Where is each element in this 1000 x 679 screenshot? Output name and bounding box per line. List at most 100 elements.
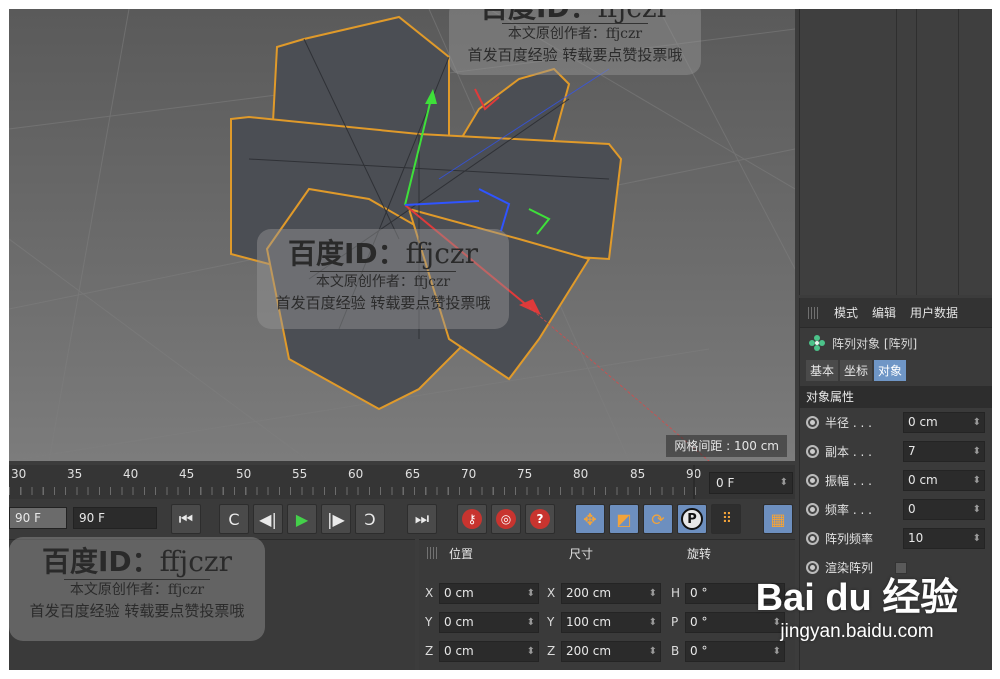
menu-mode[interactable]: 模式 — [834, 304, 858, 321]
watermark-notice: 首发百度经验 转载要点赞投票哦 — [275, 294, 491, 312]
prop-amplitude: 振幅 . . . 0 cm — [800, 466, 992, 495]
object-manager-panel[interactable] — [799, 9, 992, 295]
prop-copies: 副本 . . . 7 — [800, 437, 992, 466]
prop-label: 副本 . . . — [825, 445, 872, 459]
frequency-field[interactable]: 0 — [903, 499, 985, 520]
header-rotation: 旋转 — [687, 546, 712, 561]
prop-frequency: 频率 . . . 0 — [800, 495, 992, 524]
axis-label: P — [671, 615, 679, 629]
menu-user-data[interactable]: 用户数据 — [910, 304, 958, 321]
auto-key-button[interactable]: ◎ — [491, 504, 521, 534]
next-frame-icon: |▶ — [327, 509, 345, 529]
move-key-button[interactable]: ✥ — [575, 504, 605, 534]
header-position: 位置 — [449, 546, 474, 561]
play-icon: ▶ — [295, 509, 309, 529]
current-frame-field[interactable]: 0 F — [709, 472, 793, 494]
panel-grip-icon[interactable] — [427, 547, 439, 559]
attribute-menu-bar: 模式 编辑 用户数据 — [800, 298, 992, 328]
axis-label: Y — [425, 615, 433, 629]
next-key-icon: Ↄ — [364, 509, 376, 529]
axis-label: X — [547, 586, 556, 600]
watermark-author: 本文原创作者：ffjczr — [63, 579, 211, 600]
header-size: 尺寸 — [569, 546, 594, 561]
watermark-id-name: ffjczr — [405, 237, 479, 270]
tab-object[interactable]: 对象 — [874, 359, 907, 381]
array-frequency-field[interactable]: 10 — [903, 528, 985, 549]
array-object-icon — [809, 335, 825, 351]
radio-icon[interactable] — [806, 416, 819, 429]
coord-row: X 0 cm X 200 cm H 0 ° — [419, 582, 795, 606]
tick-label: 35 — [67, 467, 83, 481]
filmstrip-icon: ▦ — [770, 509, 786, 529]
dots-icon: ⠿ — [721, 511, 732, 527]
play-button[interactable]: ▶ — [287, 504, 317, 534]
watermark-id-name: ffjczr — [598, 9, 670, 23]
radio-icon[interactable] — [806, 445, 819, 458]
tab-coord[interactable]: 坐标 — [840, 359, 873, 381]
radio-icon[interactable] — [806, 474, 819, 487]
tick-label: 40 — [123, 467, 139, 481]
watermark-id-label: 百度ID： — [41, 545, 160, 578]
object-title-text: 阵列对象 [阵列] — [832, 336, 918, 351]
watermark-author: 本文原创作者：ffjczr — [309, 271, 457, 292]
timeline-window-button[interactable]: ▦ — [763, 504, 793, 534]
next-frame-button[interactable]: |▶ — [321, 504, 351, 534]
size-z-field[interactable]: 200 cm — [561, 641, 661, 662]
prop-label: 半径 . . . — [825, 416, 872, 430]
radius-field[interactable]: 0 cm — [903, 412, 985, 433]
rotate-icon: ⟳ — [651, 509, 665, 529]
tick-label: 60 — [348, 467, 364, 481]
watermark-notice: 首发百度经验 转载要点赞投票哦 — [467, 46, 683, 64]
scale-key-button[interactable]: ◩ — [609, 504, 639, 534]
baidu-logo: Bai du 经验 — [755, 577, 959, 619]
autokey-icon: ◎ — [496, 509, 516, 529]
radio-icon[interactable] — [806, 532, 819, 545]
position-x-field[interactable]: 0 cm — [439, 583, 539, 604]
start-frame-field[interactable]: 90 F — [9, 507, 67, 529]
goto-start-button[interactable]: ⏮ — [171, 504, 201, 534]
radio-icon[interactable] — [806, 503, 819, 516]
param-key-button[interactable]: P — [677, 504, 707, 534]
point-level-button[interactable]: ⠿ — [711, 504, 741, 534]
grid-spacing-label: 网格间距 : 100 cm — [666, 435, 787, 457]
panel-grip-icon[interactable] — [808, 306, 820, 319]
playhead[interactable] — [693, 465, 695, 499]
end-frame-field[interactable]: 90 F — [73, 507, 157, 529]
size-y-field[interactable]: 100 cm — [561, 612, 661, 633]
prev-key-button[interactable]: C — [219, 504, 249, 534]
copies-field[interactable]: 7 — [903, 441, 985, 462]
prop-label: 振幅 . . . — [825, 474, 872, 488]
baidu-jingyan-watermark: Bai du 经验 jingyan.baidu.com — [752, 576, 962, 646]
record-key-button[interactable]: ⚷ — [457, 504, 487, 534]
ruler-ticks — [9, 487, 699, 495]
coord-row: Z 0 cm Z 200 cm B 0 ° — [419, 640, 795, 664]
render-array-checkbox[interactable] — [895, 561, 907, 574]
position-y-field[interactable]: 0 cm — [439, 612, 539, 633]
tab-basic[interactable]: 基本 — [806, 359, 839, 381]
prop-label: 阵列频率 — [825, 532, 874, 546]
prev-key-icon: C — [228, 509, 240, 529]
baidu-url: jingyan.baidu.com — [780, 621, 934, 642]
tick-label: 50 — [236, 467, 252, 481]
size-x-field[interactable]: 200 cm — [561, 583, 661, 604]
axis-label: Z — [425, 644, 434, 658]
prev-frame-button[interactable]: ◀| — [253, 504, 283, 534]
prev-frame-icon: ◀| — [259, 509, 277, 529]
axis-label: B — [671, 644, 680, 658]
coordinate-manager: 位置 尺寸 旋转 X 0 cm X 200 cm H 0 ° Y 0 cm Y … — [419, 539, 795, 670]
next-key-button[interactable]: Ↄ — [355, 504, 385, 534]
rotate-key-button[interactable]: ⟳ — [643, 504, 673, 534]
keyframe-help-button[interactable]: ? — [525, 504, 555, 534]
radio-icon[interactable] — [806, 561, 819, 574]
axis-label: Z — [547, 644, 556, 658]
position-z-field[interactable]: 0 cm — [439, 641, 539, 662]
prop-label: 频率 . . . — [825, 503, 872, 517]
timeline-ruler[interactable]: 30 35 40 45 50 55 60 65 70 75 80 85 90 0… — [9, 465, 795, 499]
attribute-tabs: 基本 坐标 对象 — [800, 358, 992, 382]
menu-edit[interactable]: 编辑 — [872, 304, 896, 321]
tick-label: 45 — [179, 467, 195, 481]
amplitude-field[interactable]: 0 cm — [903, 470, 985, 491]
prop-label: 渲染阵列 — [825, 561, 874, 575]
watermark-bottom-left: 百度ID：ffjczr 本文原创作者：ffjczr 首发百度经验 转载要点赞投票… — [9, 537, 265, 641]
goto-end-button[interactable]: ⏭ — [407, 504, 437, 534]
